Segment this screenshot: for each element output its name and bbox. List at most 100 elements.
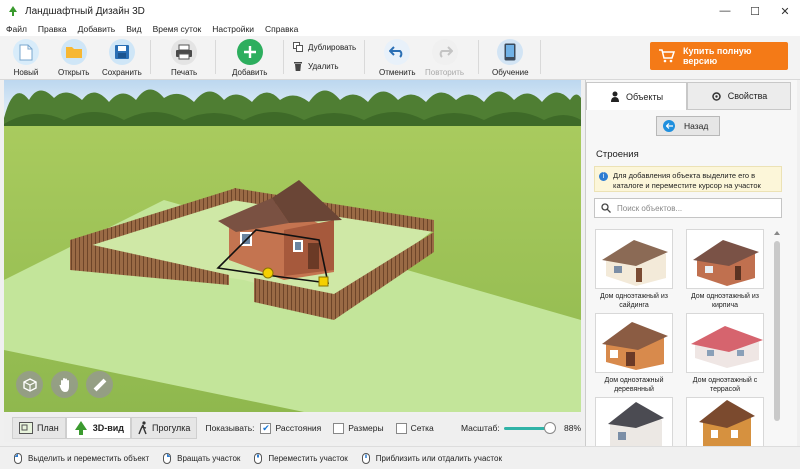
mouse-right-icon xyxy=(163,452,172,464)
delete-button[interactable]: Удалить xyxy=(293,61,339,71)
garden-scene xyxy=(4,80,581,412)
trash-icon xyxy=(294,62,302,71)
scroll-up-icon[interactable] xyxy=(773,229,781,237)
show-label: Показывать: xyxy=(205,423,255,433)
menu-add[interactable]: Добавить xyxy=(78,24,116,34)
buy-label: Купить полную версию xyxy=(682,46,752,66)
search-input[interactable]: Поиск объектов... xyxy=(594,198,782,218)
menu-bar: Файл Правка Добавить Вид Время суток Нас… xyxy=(0,22,800,36)
sizes-checkbox[interactable]: Размеры xyxy=(333,422,384,434)
undo-label: Отменить xyxy=(379,68,416,77)
menu-help[interactable]: Справка xyxy=(265,24,298,34)
measure-button[interactable] xyxy=(86,371,113,398)
resize-handle[interactable] xyxy=(318,276,329,287)
rotate-view-button[interactable] xyxy=(16,371,43,398)
mouse-wheel-icon xyxy=(361,452,370,464)
hint-move: Переместить участок xyxy=(254,452,348,464)
distances-checkbox[interactable]: ✔ Расстояния xyxy=(260,422,321,434)
duplicate-icon xyxy=(293,42,303,52)
arrow-left-icon xyxy=(663,120,675,132)
search-placeholder: Поиск объектов... xyxy=(617,203,683,213)
status-bar: Выделить и переместить объект Вращать уч… xyxy=(0,446,800,469)
hint-zoom: Приблизить или отдалить участок xyxy=(361,452,502,464)
sizes-label: Размеры xyxy=(348,423,384,433)
brick-house-thumbnail xyxy=(686,229,764,289)
rotate-handle[interactable] xyxy=(262,267,274,279)
mouse-left-icon xyxy=(14,452,22,464)
open-button[interactable]: Открыть xyxy=(58,39,89,77)
catalog-item-brick-house[interactable]: Дом одноэтажный из кирпича xyxy=(685,229,765,310)
catalog-item-house-5[interactable] xyxy=(594,397,674,446)
walking-person-icon xyxy=(138,421,147,435)
zoom-slider-thumb[interactable] xyxy=(544,422,556,434)
view-mode-bar: План 3D-вид Прогулка Показывать: ✔ Расст… xyxy=(4,414,581,442)
walk-mode-button[interactable]: Прогулка xyxy=(130,417,198,439)
scrollbar-thumb[interactable] xyxy=(774,241,780,421)
toolbar-separator xyxy=(364,40,365,74)
catalog-item-siding-house[interactable]: Дом одноэтажный из сайдинга xyxy=(594,229,674,310)
new-button[interactable]: Новый xyxy=(13,39,39,77)
menu-time-of-day[interactable]: Время суток xyxy=(153,24,202,34)
title-bar: Ландшафтный Дизайн 3D — ☐ ✕ xyxy=(0,0,800,22)
save-button[interactable]: Сохранить xyxy=(102,39,142,77)
undo-button[interactable]: Отменить xyxy=(379,39,416,77)
open-label: Открыть xyxy=(58,68,90,77)
plan-label: План xyxy=(37,423,59,433)
tab-objects[interactable]: Объекты xyxy=(586,82,687,110)
close-button[interactable]: ✕ xyxy=(770,0,800,22)
checkmark-icon: ✔ xyxy=(260,422,272,434)
plus-icon xyxy=(236,39,263,65)
print-button[interactable]: Печать xyxy=(171,39,197,77)
mouse-middle-icon xyxy=(254,452,263,464)
grid-checkbox[interactable]: Сетка xyxy=(395,422,434,434)
gear-icon xyxy=(711,91,721,101)
catalog-item-house-6[interactable] xyxy=(685,397,765,446)
back-label: Назад xyxy=(684,121,709,131)
menu-view[interactable]: Вид xyxy=(126,24,141,34)
siding-house-thumbnail xyxy=(595,229,673,289)
3d-viewport[interactable] xyxy=(4,80,581,412)
learn-button[interactable]: Обучение xyxy=(492,39,529,77)
catalog-grid: Дом одноэтажный из сайдинга Дом одноэтаж… xyxy=(594,229,769,446)
hint-rotate: Вращать участок xyxy=(163,452,240,464)
back-button[interactable]: Назад xyxy=(656,116,720,136)
catalog-item-caption: Дом одноэтажный из сайдинга xyxy=(599,293,669,309)
floppy-icon xyxy=(108,39,135,65)
duplicate-button[interactable]: Дублировать xyxy=(293,42,356,52)
new-label: Новый xyxy=(13,68,39,77)
plan-mode-button[interactable]: План xyxy=(12,417,66,439)
toolbar-separator xyxy=(283,40,284,74)
tab-properties[interactable]: Свойства xyxy=(687,82,791,110)
maximize-button[interactable]: ☐ xyxy=(740,0,770,22)
toolbar-separator xyxy=(540,40,541,74)
3d-label: 3D-вид xyxy=(92,423,124,433)
print-label: Печать xyxy=(171,68,198,77)
checkbox-empty xyxy=(333,422,345,434)
catalog-item-wooden-house[interactable]: Дом одноэтажный деревянный xyxy=(594,313,674,394)
catalog-item-terrace-house[interactable]: Дом одноэтажный с террасой xyxy=(685,313,765,394)
info-text: Для добавления объекта выделите его в ка… xyxy=(613,171,761,190)
zoom-value: 88% xyxy=(564,423,582,433)
buy-full-version-button[interactable]: Купить полную версию xyxy=(650,42,788,70)
hint-move-text: Переместить участок xyxy=(268,453,348,463)
hint-select-text: Выделить и переместить объект xyxy=(28,453,150,463)
add-button[interactable]: Добавить xyxy=(232,39,267,77)
menu-edit[interactable]: Правка xyxy=(38,24,67,34)
catalog-scrollbar[interactable] xyxy=(773,229,781,447)
duplicate-label: Дублировать xyxy=(308,42,357,52)
cart-icon xyxy=(659,49,675,63)
minimize-button[interactable]: — xyxy=(710,0,740,22)
redo-button[interactable]: Повторить xyxy=(425,39,464,77)
pan-view-button[interactable] xyxy=(51,371,78,398)
zoom-label: Масштаб: xyxy=(461,423,500,433)
menu-settings[interactable]: Настройки xyxy=(212,24,254,34)
add-label: Добавить xyxy=(232,68,268,77)
tab-properties-label: Свойства xyxy=(727,91,768,101)
window-title: Ландшафтный Дизайн 3D xyxy=(25,5,145,17)
menu-file[interactable]: Файл xyxy=(6,24,27,34)
new-file-icon xyxy=(13,39,39,65)
catalog-item-caption: Дом одноэтажный с террасой xyxy=(692,377,758,393)
save-label: Сохранить xyxy=(102,68,142,77)
wooden-house-thumbnail xyxy=(595,313,673,373)
3d-mode-button[interactable]: 3D-вид xyxy=(65,417,131,439)
